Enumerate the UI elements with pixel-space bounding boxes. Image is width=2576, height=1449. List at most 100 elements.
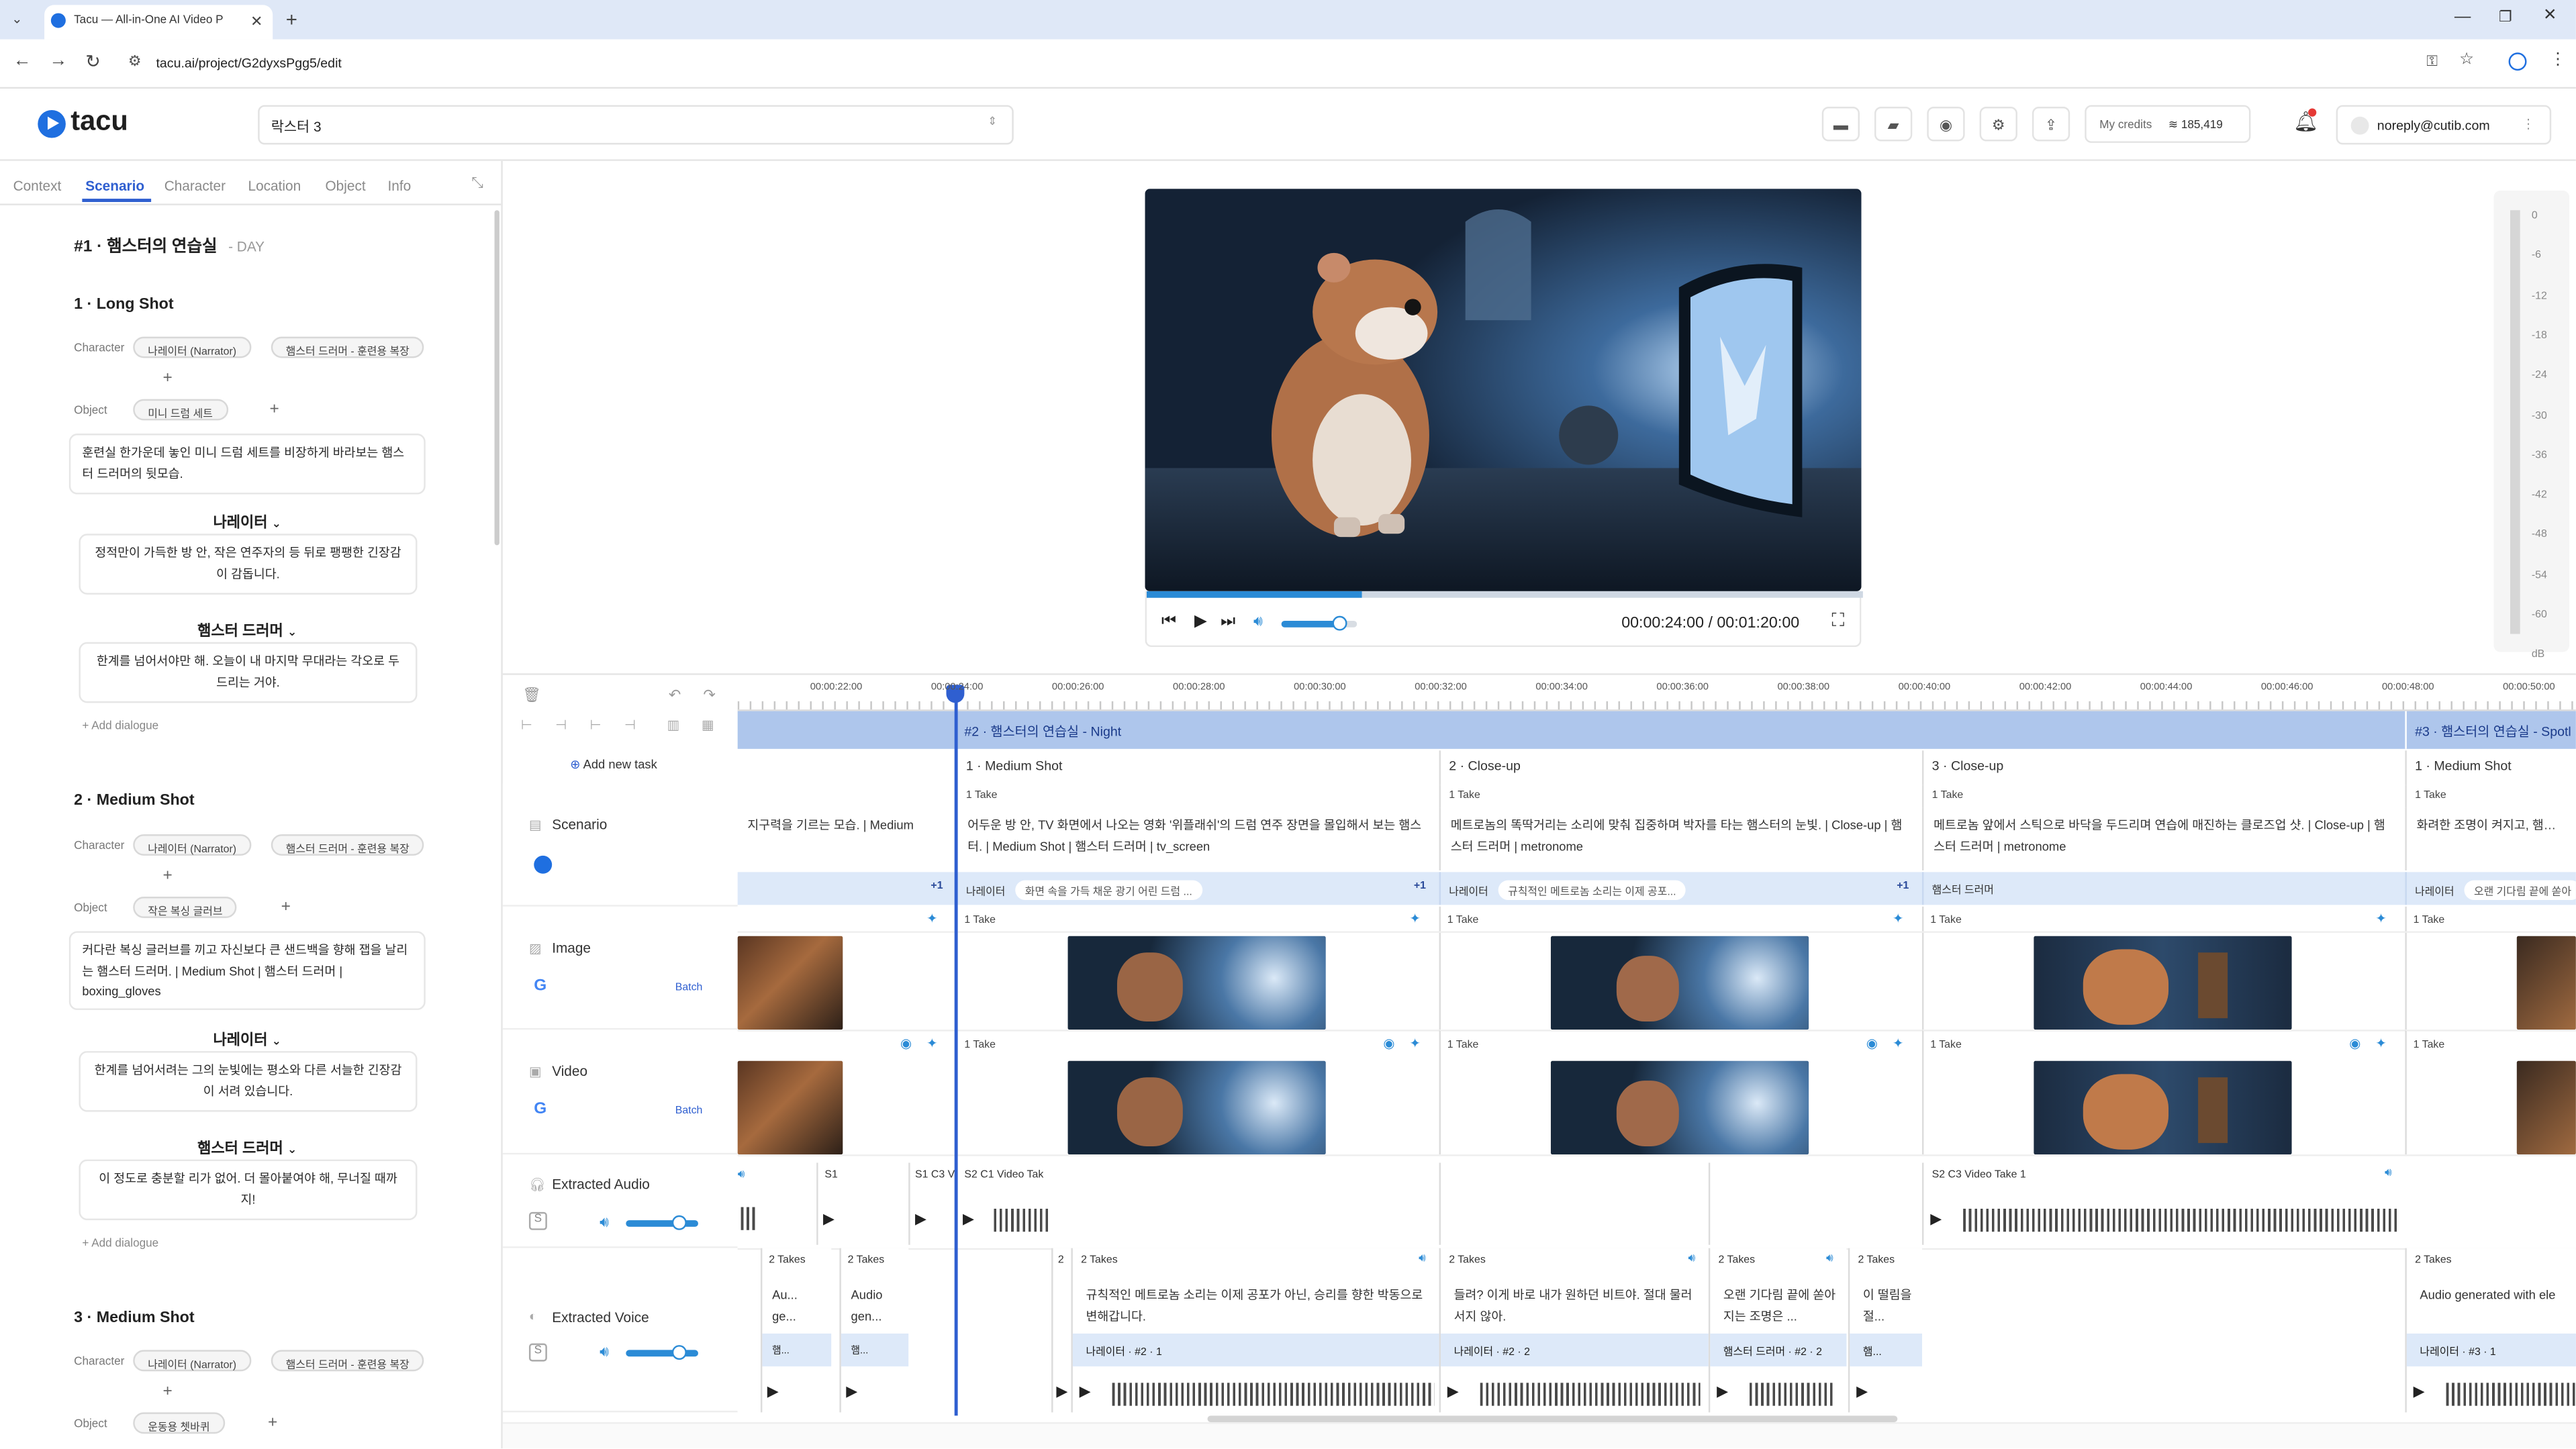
sparkle-icon[interactable]: ✦ xyxy=(1893,1036,1903,1051)
dialogue-bar[interactable]: 나레이터 화면 속을 가득 채운 광기 어린 드럼 ... +1 xyxy=(956,872,1439,905)
volume-icon[interactable]: 🔊︎ xyxy=(1253,613,1263,631)
dialogue-bar[interactable]: +1 xyxy=(737,872,957,905)
scene-bar-prev[interactable] xyxy=(737,711,957,749)
shot-cell[interactable]: 1 · Medium Shot xyxy=(956,750,1439,785)
add-object-icon[interactable]: + xyxy=(261,401,287,420)
voice-clip[interactable]: 2 Takes Audio gen... 햄... ▶ xyxy=(839,1248,909,1413)
audio-clip-empty[interactable] xyxy=(1439,1162,1709,1245)
image-thumbnail[interactable] xyxy=(2516,936,2576,1030)
tab-location[interactable]: Location xyxy=(248,177,301,193)
audio-clip[interactable]: S2 C1 Video Tak ▶ xyxy=(956,1162,1052,1245)
batch-button[interactable]: Batch xyxy=(675,1105,703,1117)
add-dialogue-button[interactable]: + Add dialogue xyxy=(82,721,158,732)
clapperboard-button[interactable]: ▬ xyxy=(1821,107,1860,142)
character-chip[interactable]: 햄스터 드러머 - 훈련용 복장 xyxy=(271,834,424,856)
scene-desc[interactable]: 메트로놈의 똑딱거리는 소리에 맞춰 집중하며 박자를 타는 햄스터의 눈빛. … xyxy=(1439,807,1922,870)
fullscreen-icon[interactable]: ⛶ xyxy=(1831,611,1844,632)
dialogue-bar[interactable]: 나레이터 오랜 기다림 끝에 쏟아 xyxy=(2405,872,2576,905)
sparkle-icon[interactable]: ✦ xyxy=(1893,911,1903,926)
dialogue-bar[interactable]: 햄스터 드러머 xyxy=(1921,872,2405,905)
scene-desc[interactable]: 지구력을 기르는 모습. | Medium xyxy=(737,807,957,870)
insert-before-icon[interactable]: ⊢ xyxy=(521,717,532,732)
voice-clip[interactable]: 2 Takes 이 떨림을 절... 햄... ▶ xyxy=(1848,1248,1922,1413)
shot-cell[interactable]: 1 · Medium Shot xyxy=(2405,750,2576,785)
voice-clip[interactable]: 2 Takes 🔊︎ 오랜 기다림 끝에 쏟아지는 조명은 ... 햄스터 드러… xyxy=(1708,1248,1847,1413)
scene-bar-2[interactable]: #2 · 햄스터의 연습실 - Night xyxy=(956,711,2405,749)
browser-tab[interactable]: Tacu — All-in-One AI Video P ✕ xyxy=(44,5,273,40)
video-thumbnail[interactable] xyxy=(1067,1060,1326,1155)
tab-character[interactable]: Character xyxy=(164,177,226,193)
add-character-icon[interactable]: + xyxy=(154,370,181,389)
sparkle-icon[interactable]: ✦ xyxy=(926,911,937,926)
shot-cell[interactable]: 2 · Close-up xyxy=(1439,750,1922,785)
credits-box[interactable]: My credits ≋ 185,419 xyxy=(2085,105,2251,143)
sparkle-icon[interactable]: ✦ xyxy=(2375,911,2386,926)
url-text[interactable]: tacu.ai/project/G2dyxsPgg5/edit xyxy=(156,56,341,70)
tab-context[interactable]: Context xyxy=(13,177,62,193)
image-thumbnail[interactable] xyxy=(737,936,843,1030)
dialogue-text[interactable]: 이 정도로 충분할 리가 없어. 더 몰아붙여야 해, 무너질 때까지! xyxy=(79,1159,418,1221)
image-thumbnail[interactable] xyxy=(2034,936,2292,1030)
add-object-icon[interactable]: + xyxy=(273,899,299,918)
audio-volume-knob[interactable] xyxy=(671,1215,687,1230)
new-tab-icon[interactable]: + xyxy=(286,8,297,31)
google-icon[interactable]: G xyxy=(534,977,546,995)
image-thumbnail[interactable] xyxy=(1067,936,1326,1030)
scene-bar-3[interactable]: #3 · 햄스터의 연습실 - Spotl xyxy=(2405,711,2576,749)
reload-icon[interactable]: ↻ xyxy=(85,51,101,72)
shot-cell[interactable]: 3 · Close-up xyxy=(1921,750,2405,785)
character-chip[interactable]: 나레이터 (Narrator) xyxy=(133,1350,252,1372)
tab-info[interactable]: Info xyxy=(387,177,411,193)
volume-icon[interactable]: 🔊︎ xyxy=(600,1344,609,1362)
export-button[interactable]: ⇪ xyxy=(2032,107,2070,142)
tab-search-icon[interactable]: ⌄ xyxy=(11,11,22,26)
columns-icon[interactable]: ▥ xyxy=(667,717,679,732)
panel-scrollbar[interactable] xyxy=(494,210,499,546)
insert-after-icon[interactable]: ⊣ xyxy=(555,717,567,732)
delete-icon[interactable]: 🗑︎ xyxy=(522,687,541,705)
speaker-select[interactable]: 나레이터 ⌄ xyxy=(79,511,416,532)
voice-volume-slider[interactable] xyxy=(626,1350,698,1357)
more-icon[interactable]: ⋮ xyxy=(2522,117,2535,132)
object-chip[interactable]: 미니 드럼 세트 xyxy=(133,399,228,421)
add-character-icon[interactable]: + xyxy=(154,867,181,887)
minimize-icon[interactable]: — xyxy=(2454,8,2471,26)
google-icon[interactable]: G xyxy=(534,1100,546,1118)
scene-desc[interactable]: 메트로놈 앞에서 스틱으로 바닥을 두드리며 연습에 매진하는 클로즈업 샷. … xyxy=(1921,807,2405,870)
audio-clip[interactable]: S1 ▶ xyxy=(816,1162,896,1245)
volume-icon[interactable]: 🔊︎ xyxy=(738,1169,745,1183)
add-dialogue-button[interactable]: + Add dialogue xyxy=(82,1238,158,1250)
user-menu[interactable]: noreply@cutib.com ⋮ xyxy=(2336,105,2552,145)
split-icon[interactable]: ⊢ xyxy=(589,717,601,732)
folder-button[interactable]: ▰ xyxy=(1874,107,1913,142)
back-icon[interactable]: ← xyxy=(13,51,32,70)
character-chip[interactable]: 나레이터 (Narrator) xyxy=(133,336,252,358)
sparkle-icon[interactable]: ✦ xyxy=(926,1036,937,1051)
password-key-icon[interactable]: ⚿ xyxy=(2426,52,2438,70)
dialogue-bar[interactable]: 나레이터 규칙적인 메트로놈 소리는 이제 공포... +1 xyxy=(1439,872,1922,905)
batch-button[interactable]: Batch xyxy=(675,982,703,993)
audio-clip[interactable]: S1 C3 V ▶ xyxy=(908,1162,957,1245)
object-chip[interactable]: 작은 복싱 글러브 xyxy=(133,897,238,918)
logo-text[interactable]: tacu xyxy=(70,105,128,138)
add-task-button[interactable]: ⊕ Add new task xyxy=(570,757,657,772)
voice-clip[interactable]: 2 Takes 🔊︎ 규칙적인 메트로놈 소리는 이제 공포가 아닌, 승리를 … xyxy=(1071,1248,1439,1413)
browser-menu-icon[interactable]: ⋮ xyxy=(2550,51,2566,69)
tacu-logo-icon[interactable] xyxy=(534,855,553,874)
tacu-logo-icon[interactable] xyxy=(38,109,66,138)
dialogue-text[interactable]: 한계를 넘어서야만 해. 오늘이 내 마지막 무대라는 각오로 두드리는 거야. xyxy=(79,642,418,703)
grid-icon[interactable]: ▦ xyxy=(702,717,714,732)
tab-object[interactable]: Object xyxy=(326,177,366,193)
volume-knob[interactable] xyxy=(1331,615,1347,631)
speaker-select[interactable]: 나레이터 ⌄ xyxy=(79,1028,416,1050)
character-chip[interactable]: 나레이터 (Narrator) xyxy=(133,834,252,856)
bookmark-star-icon[interactable]: ☆ xyxy=(2459,51,2474,69)
add-character-icon[interactable]: + xyxy=(154,1383,181,1402)
dialogue-text[interactable]: 한계를 넘어서려는 그의 눈빛에는 평소와 다른 서늘한 긴장감이 서려 있습니… xyxy=(79,1051,418,1112)
merge-icon[interactable]: ⊣ xyxy=(624,717,636,732)
audio-volume-slider[interactable] xyxy=(626,1220,698,1227)
redo-icon[interactable]: ↷ xyxy=(703,687,715,705)
shot-cell-prev[interactable] xyxy=(737,750,957,785)
dialogue-text[interactable]: 정적만이 가득한 방 안, 작은 연주자의 등 뒤로 팽팽한 긴장감이 감돕니다… xyxy=(79,534,418,595)
eye-icon[interactable]: ◉ xyxy=(1866,1036,1878,1051)
